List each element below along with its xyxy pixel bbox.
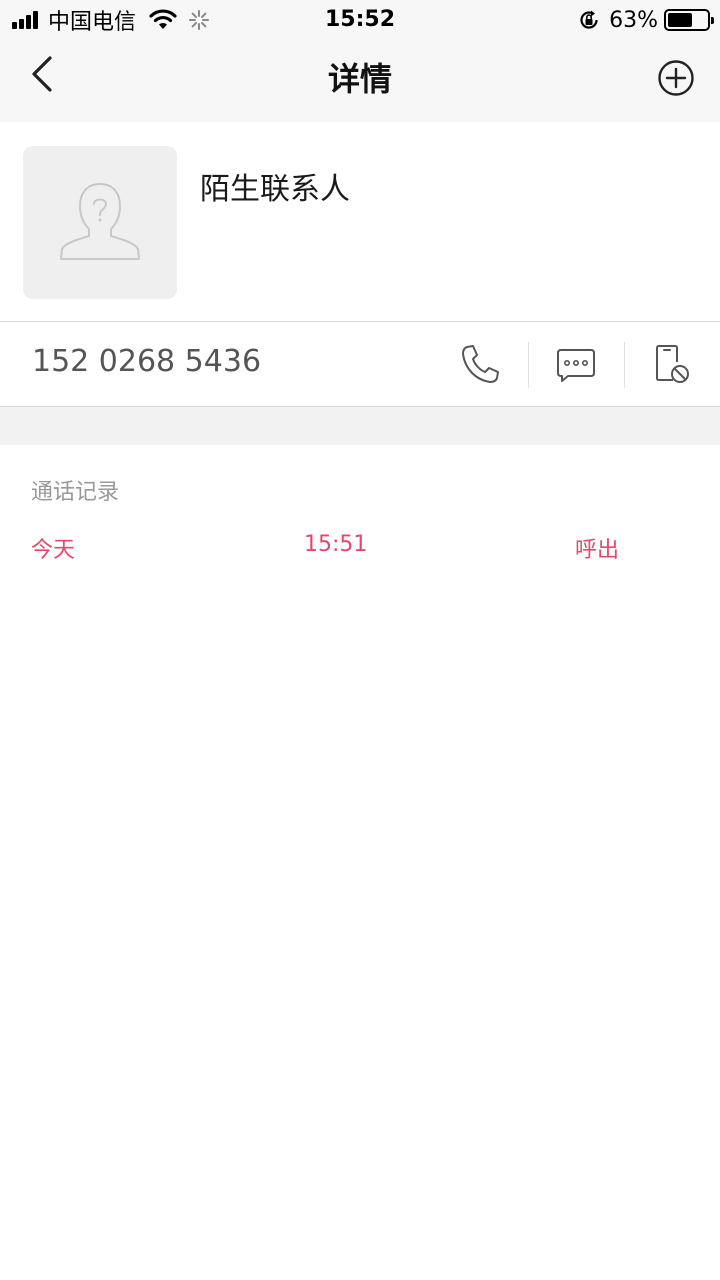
plus-circle-icon	[658, 60, 694, 96]
battery-percent: 63%	[609, 7, 658, 33]
battery-fill	[668, 13, 692, 27]
message-button[interactable]	[554, 342, 598, 386]
action-separator	[624, 342, 625, 388]
call-log-title: 通话记录	[31, 480, 120, 505]
nav-bar: 详情	[0, 40, 720, 122]
page-title: 详情	[327, 60, 392, 98]
rotation-lock-icon	[577, 8, 601, 32]
contact-header: 陌生联系人	[0, 122, 720, 322]
contact-detail-screen: 中国电信 15:52 63% 详情 陌生联系人 152 0268 5436 通话…	[0, 0, 720, 1280]
add-contact-button[interactable]	[656, 58, 696, 98]
call-button[interactable]	[458, 342, 502, 386]
call-log-time: 15:51	[304, 532, 368, 557]
section-spacer	[0, 407, 720, 445]
message-icon	[557, 349, 595, 382]
unknown-person-icon	[60, 182, 140, 260]
avatar[interactable]	[23, 146, 177, 299]
call-log-row[interactable]: 今天 15:51 呼出	[0, 532, 720, 568]
phone-icon	[462, 345, 499, 383]
call-log-day: 今天	[31, 538, 76, 563]
battery-icon	[664, 9, 714, 31]
status-right: 63%	[577, 6, 714, 34]
status-bar: 中国电信 15:52 63%	[0, 0, 720, 40]
contact-name: 陌生联系人	[200, 172, 350, 207]
block-phone-icon	[656, 345, 689, 383]
call-log-type: 呼出	[575, 538, 620, 563]
block-number-button[interactable]	[648, 342, 692, 386]
phone-number[interactable]: 152 0268 5436	[32, 344, 261, 379]
phone-row: 152 0268 5436	[0, 322, 720, 406]
action-separator	[528, 342, 529, 388]
